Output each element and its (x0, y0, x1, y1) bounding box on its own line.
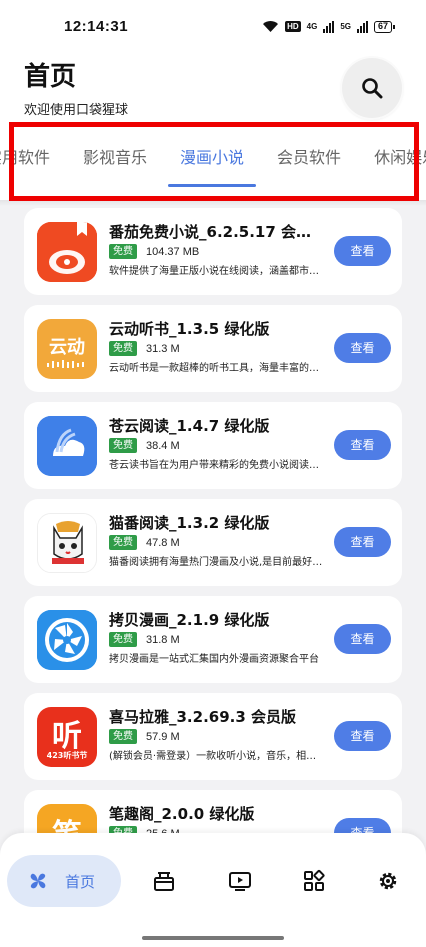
tab-comics-novels[interactable]: 漫画小说 (168, 144, 257, 187)
nav-gift[interactable] (152, 869, 176, 893)
signal-icon (323, 20, 335, 33)
app-name: 笔趣阁_2.0.0 绿化版 (109, 805, 255, 823)
app-name: 苍云阅读_1.4.7 绿化版 (109, 417, 270, 435)
view-button[interactable]: 查看 (334, 430, 391, 460)
ximalaya-icon: 听 423听书节 (37, 707, 97, 767)
app-size: 104.37 MB (146, 245, 200, 258)
yundong-icon: 云动 (37, 319, 97, 379)
app-name: 番茄免费小说_6.2.5.17 会员版 (109, 223, 319, 241)
video-player-icon (229, 872, 251, 891)
app-description: (解锁会员·需登录）一款收听小说，音乐，相声的软件 (109, 751, 325, 762)
copymanga-icon (37, 610, 97, 670)
view-button[interactable]: 查看 (334, 527, 391, 557)
view-button[interactable]: 查看 (334, 624, 391, 654)
view-button[interactable]: 查看 (334, 333, 391, 363)
ximalaya-icon-caption: 423听书节 (46, 751, 88, 760)
signal-4g-label: 4G (306, 22, 318, 31)
gift-box-icon (154, 872, 174, 891)
app-description: 云动听书是一款超棒的听书工具，海量丰富的有声资源 (109, 363, 325, 374)
free-badge: 免费 (109, 729, 137, 744)
app-description: 猫番阅读拥有海量热门漫画及小说,是目前最好用的 (109, 557, 325, 568)
tomato-novel-icon (37, 222, 97, 282)
status-time: 12:14:31 (64, 18, 129, 35)
app-description: 苍云读书旨在为用户带来精彩的免费小说阅读体验 (109, 460, 325, 471)
status-icons: HD 4G 5G 67 (262, 20, 396, 33)
app-meta: 免费 31.8 M (109, 632, 180, 647)
nav-home-label: 首页 (65, 872, 96, 891)
signal-5g-label: 5G (340, 22, 351, 31)
battery-icon: 67 (373, 20, 396, 33)
app-name: 喜马拉雅_3.2.69.3 会员版 (109, 708, 297, 726)
app-meta: 免费 47.8 M (109, 535, 180, 550)
hd-icon: HD (285, 21, 301, 32)
yundong-icon-text: 云动 (49, 337, 85, 358)
app-size: 47.8 M (146, 536, 180, 549)
app-card[interactable]: 苍云阅读_1.4.7 绿化版 免费 38.4 M 苍云读书旨在为用户带来精彩的免… (24, 402, 402, 489)
signal-icon-2 (356, 20, 368, 33)
tab-vip-software[interactable]: 会员软件 (277, 144, 341, 172)
app-card[interactable]: 拷贝漫画_2.1.9 绿化版 免费 31.8 M 拷贝漫画是一站式汇集国内外漫画… (24, 596, 402, 683)
app-size: 31.8 M (146, 633, 180, 646)
gear-icon (379, 872, 397, 890)
app-meta: 免费 38.4 M (109, 438, 180, 453)
home-indicator[interactable] (142, 936, 284, 940)
app-name: 拷贝漫画_2.1.9 绿化版 (109, 611, 270, 629)
search-icon (362, 78, 383, 99)
nav-settings[interactable] (376, 869, 400, 893)
ximalaya-icon-char: 听 (52, 719, 82, 754)
search-button[interactable] (342, 58, 402, 118)
tab-divider (0, 200, 426, 206)
pinwheel-icon (30, 873, 46, 889)
maofan-icon (37, 513, 97, 573)
bottom-nav: 首页 (0, 833, 426, 947)
app-meta: 免费 57.9 M (109, 729, 180, 744)
view-button[interactable]: 查看 (334, 236, 391, 266)
status-bar: 12:14:31 HD 4G 5G 67 (0, 0, 426, 52)
app-size: 38.4 M (146, 439, 180, 452)
app-description: 拷贝漫画是一站式汇集国内外漫画资源聚合平台 (109, 654, 319, 665)
app-name: 云动听书_1.3.5 绿化版 (109, 320, 270, 338)
app-size: 31.3 M (146, 342, 180, 355)
tab-video-music[interactable]: 影视音乐 (83, 144, 147, 172)
cangyun-icon (37, 416, 97, 476)
free-badge: 免费 (109, 535, 137, 550)
tab-utility[interactable]: 实用软件 (0, 144, 50, 172)
free-badge: 免费 (109, 244, 137, 259)
app-size: 57.9 M (146, 730, 180, 743)
free-badge: 免费 (109, 438, 137, 453)
page-title: 首页 (24, 62, 77, 92)
page-subtitle: 欢迎使用口袋猩球 (24, 103, 129, 118)
app-card[interactable]: 猫番阅读_1.3.2 绿化版 免费 47.8 M 猫番阅读拥有海量热门漫画及小说… (24, 499, 402, 586)
app-meta: 免费 104.37 MB (109, 244, 199, 259)
nav-apps[interactable] (302, 869, 326, 893)
free-badge: 免费 (109, 341, 137, 356)
tab-track: 实用软件 影视音乐 漫画小说 会员软件 休闲娱乐 (0, 144, 426, 187)
view-button[interactable]: 查看 (334, 721, 391, 751)
app-list: 番茄免费小说_6.2.5.17 会员版 免费 104.37 MB 软件提供了海量… (24, 208, 402, 887)
app-card[interactable]: 听 423听书节 喜马拉雅_3.2.69.3 会员版 免费 57.9 M (解锁… (24, 693, 402, 780)
free-badge: 免费 (109, 632, 137, 647)
category-tabs: 实用软件 影视音乐 漫画小说 会员软件 休闲娱乐 (0, 122, 426, 202)
nav-video[interactable] (228, 869, 252, 893)
wifi-icon (263, 21, 279, 32)
tab-leisure[interactable]: 休闲娱乐 (374, 144, 426, 172)
apps-grid-icon (304, 869, 325, 891)
app-card[interactable]: 云动 云动听书_1.3.5 绿化版 免费 31.3 M 云动听书是一款超棒的听书… (24, 305, 402, 392)
app-card[interactable]: 番茄免费小说_6.2.5.17 会员版 免费 104.37 MB 软件提供了海量… (24, 208, 402, 295)
app-name: 猫番阅读_1.3.2 绿化版 (109, 514, 270, 532)
app-meta: 免费 31.3 M (109, 341, 180, 356)
nav-home[interactable]: 首页 (7, 855, 121, 907)
app-description: 软件提供了海量正版小说在线阅读，涵盖都市、玄幻、言情等 (109, 266, 325, 277)
